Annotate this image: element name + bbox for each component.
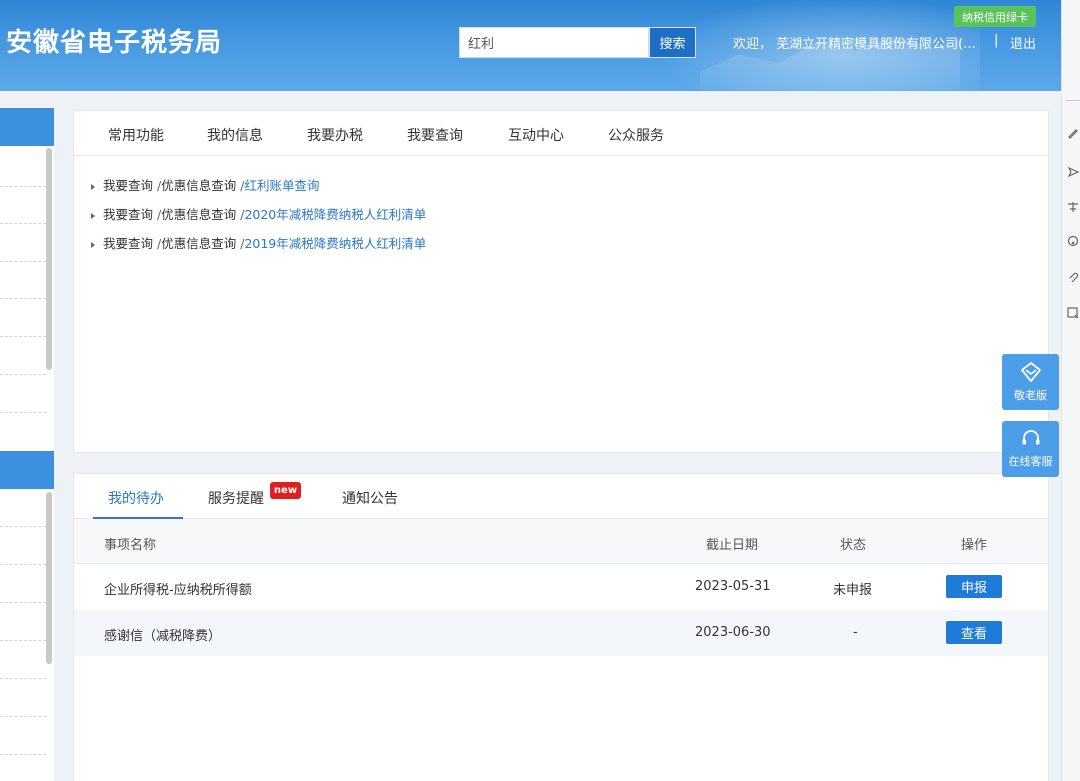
header-banner: 安徽省电子税务局 搜索 欢迎， 芜湖立开精密模具股份有限公司(... | 退出 … [0,0,1080,91]
row-deadline: 2023-06-30 [695,625,771,640]
row-status: - [853,625,858,640]
sidebar-scrollbar[interactable] [46,492,52,664]
sidebar-divider [0,678,46,679]
nav-query[interactable]: 我要查询 [407,125,463,145]
table-row: 企业所得税-应纳税所得额 2023-05-31 未申报 申报 [74,564,1048,610]
sidebar-divider [0,716,46,717]
declare-button[interactable]: 申报 [946,575,1002,598]
search-input[interactable] [459,27,649,58]
function-panel: 常用功能 我的信息 我要办税 我要查询 互动中心 公众服务 我要查询 /优惠信息… [73,110,1049,453]
sidebar-divider [0,564,46,565]
table-row: 感谢信（减税降费） 2023-06-30 - 查看 [74,610,1048,656]
header-status: 状态 [840,538,867,553]
edit-icon[interactable] [1066,126,1080,140]
sidebar-section-header [0,451,54,489]
online-service-button[interactable]: 在线客服 [1002,421,1059,477]
triangle-bullet-icon [91,183,95,190]
headset-icon [1022,430,1039,445]
nav-public-service[interactable]: 公众服务 [608,125,664,145]
sidebar-divider [0,374,46,375]
toolbar-divider [1066,100,1080,101]
left-sidebar [0,108,54,781]
sidebar-divider [0,336,46,337]
screenshot-icon[interactable] [1066,306,1080,320]
main-nav: 常用功能 我的信息 我要办税 我要查询 互动中心 公众服务 [74,111,1048,156]
credit-green-card-badge[interactable]: 纳税信用绿卡 [954,6,1036,27]
header-item-name: 事项名称 [104,538,157,553]
triangle-bullet-icon [91,212,95,219]
breadcrumb-result: 我要查询 /优惠信息查询 /红利账单查询 [91,175,319,194]
header-separator: | [994,33,999,48]
welcome-text: 欢迎， 芜湖立开精密模具股份有限公司(... [733,37,976,52]
translate-icon[interactable] [1066,200,1080,214]
clip-icon[interactable] [1066,270,1080,284]
paint-icon[interactable] [1066,234,1080,248]
row-deadline: 2023-05-31 [695,579,771,594]
tab-my-todo[interactable]: 我的待办 [108,488,164,508]
sidebar-divider [0,640,46,641]
tab-notice[interactable]: 通知公告 [342,488,398,508]
nav-common-functions[interactable]: 常用功能 [108,125,164,145]
header-action: 操作 [961,538,988,553]
sidebar-divider [0,261,46,262]
sidebar-divider [0,754,46,755]
handshake-icon [1020,362,1041,382]
row-item-name: 感谢信（减税降费） [104,629,222,644]
sidebar-scrollbar[interactable] [46,148,52,370]
sidebar-divider [0,186,46,187]
nav-interaction-center[interactable]: 互动中心 [508,125,564,145]
tab-service-reminder[interactable]: 服务提醒 [208,488,264,508]
elder-mode-button[interactable]: 敬老版 [1002,354,1059,410]
view-button[interactable]: 查看 [946,621,1002,644]
todo-panel: 我的待办 服务提醒 new 通知公告 事项名称 截止日期 状态 操作 企业所得税… [73,473,1049,781]
new-badge: new [270,482,301,499]
sidebar-section-header [0,108,54,146]
header-deadline: 截止日期 [706,538,759,553]
sidebar-divider [0,412,46,413]
row-status: 未申报 [833,583,873,598]
logout-link[interactable]: 退出 [1010,33,1036,52]
nav-my-info[interactable]: 我的信息 [207,125,263,145]
sidebar-divider [0,602,46,603]
search-button[interactable]: 搜索 [649,27,696,58]
triangle-bullet-icon [91,241,95,248]
breadcrumb-result: 我要查询 /优惠信息查询 /2020年减税降费纳税人红利清单 [91,204,426,223]
todo-tabbar: 我的待办 服务提醒 new 通知公告 [74,474,1048,519]
site-title: 安徽省电子税务局 [6,28,223,58]
nav-tax-handling[interactable]: 我要办税 [307,125,363,145]
sidebar-divider [0,223,46,224]
table-header: 事项名称 截止日期 状态 操作 [74,519,1048,564]
sidebar-divider [0,526,46,527]
result-link[interactable]: 红利账单查询 [244,178,319,193]
result-link[interactable]: 2019年减税降费纳税人红利清单 [244,236,426,251]
sidebar-divider [0,298,46,299]
send-icon[interactable] [1066,165,1080,179]
breadcrumb-result: 我要查询 /优惠信息查询 /2019年减税降费纳税人红利清单 [91,233,426,252]
result-link[interactable]: 2020年减税降费纳税人红利清单 [244,207,426,222]
browser-side-toolbar [1061,0,1080,781]
row-item-name: 企业所得税-应纳税所得额 [104,583,252,598]
